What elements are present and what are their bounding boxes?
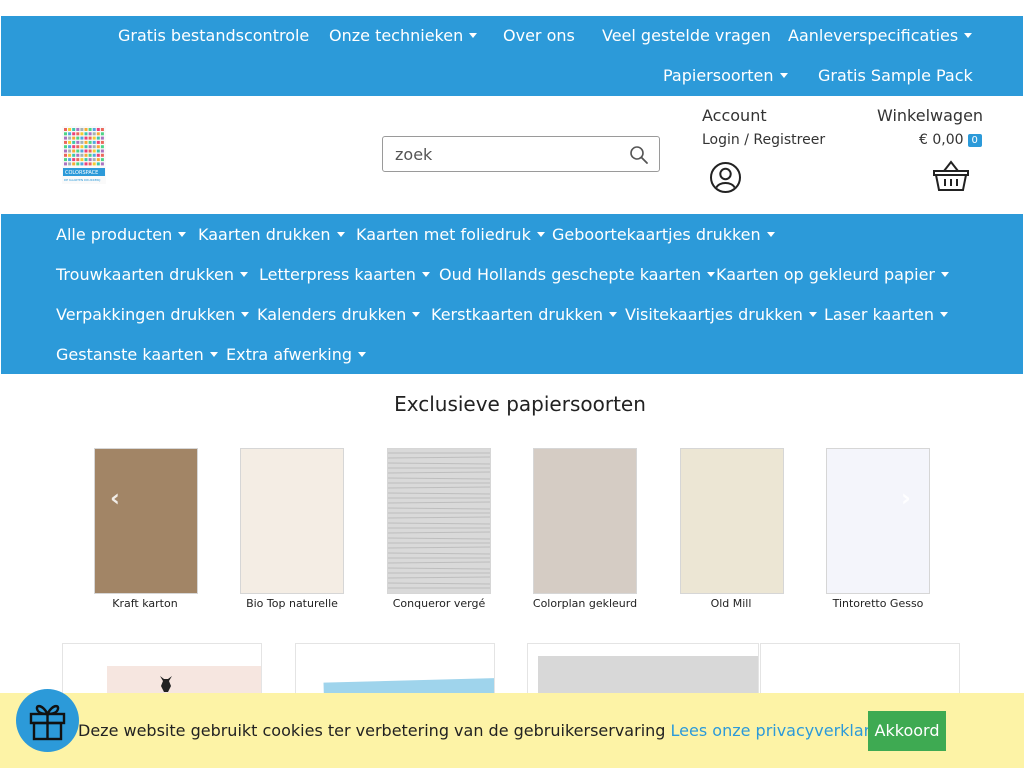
paper-swatch-kraft[interactable] bbox=[94, 448, 198, 594]
section-title: Exclusieve papiersoorten bbox=[394, 392, 646, 416]
cat-calendars[interactable]: Kalenders drukken bbox=[257, 305, 421, 325]
cat-letterpress[interactable]: Letterpress kaarten bbox=[259, 265, 430, 285]
cart-count-badge: 0 bbox=[967, 134, 982, 147]
cat-christmas-cards[interactable]: Kerstkaarten drukken bbox=[431, 305, 618, 325]
search-box bbox=[382, 136, 660, 172]
chevron-down-icon bbox=[336, 232, 345, 237]
paper-swatch-tintoretto[interactable] bbox=[826, 448, 930, 594]
chevron-down-icon bbox=[941, 272, 949, 277]
cat-die-cut-cards[interactable]: Gestanste kaarten bbox=[56, 345, 218, 365]
chevron-down-icon bbox=[240, 272, 248, 277]
chevron-down-icon bbox=[766, 232, 775, 237]
category-navigation: Alle producten Kaarten drukken Kaarten m… bbox=[1, 214, 1023, 374]
cart-title: Winkelwagen bbox=[877, 106, 984, 125]
svg-text:DE KAARTEN DRUKKERIJ: DE KAARTEN DRUKKERIJ bbox=[64, 178, 100, 182]
chevron-down-icon bbox=[178, 232, 187, 237]
paper-label[interactable]: Kraft karton bbox=[72, 597, 218, 610]
cookie-message: Deze website gebruikt cookies ter verbet… bbox=[78, 721, 935, 740]
cat-all-products[interactable]: Alle producten bbox=[56, 225, 187, 245]
paper-label[interactable]: Conqueror vergé bbox=[366, 597, 512, 610]
paper-swatch-old-mill[interactable] bbox=[680, 448, 784, 594]
paper-label[interactable]: Colorplan gekleurd bbox=[512, 597, 658, 610]
chevron-down-icon bbox=[536, 232, 545, 237]
paper-swatch-bio-top[interactable] bbox=[240, 448, 344, 594]
paper-swatch-conqueror[interactable] bbox=[387, 448, 491, 594]
cookie-text: Deze website gebruikt cookies ter verbet… bbox=[78, 721, 666, 740]
chevron-down-icon bbox=[209, 352, 218, 357]
chevron-down-icon bbox=[964, 33, 973, 38]
paper-label[interactable]: Old Mill bbox=[658, 597, 804, 610]
chevron-down-icon bbox=[940, 312, 948, 317]
chevron-down-icon bbox=[469, 33, 478, 38]
nav-free-file-check[interactable]: Gratis bestandscontrole bbox=[118, 26, 309, 46]
cat-wedding-cards[interactable]: Trouwkaarten drukken bbox=[56, 265, 248, 285]
chevron-down-icon bbox=[707, 272, 716, 277]
cat-extra-finishing[interactable]: Extra afwerking bbox=[226, 345, 366, 365]
cart-total: € 0,00 bbox=[919, 132, 964, 148]
chevron-down-icon bbox=[808, 312, 817, 317]
account-title: Account bbox=[702, 106, 767, 125]
basket-icon[interactable] bbox=[932, 160, 970, 192]
chevron-down-icon bbox=[779, 73, 788, 78]
gift-icon bbox=[29, 704, 66, 741]
search-icon[interactable] bbox=[629, 145, 649, 165]
logo-mosaic: COLORSPACE DE KAARTEN DRUKKERIJ bbox=[62, 126, 106, 184]
top-navigation: Gratis bestandscontrole Onze technieken … bbox=[1, 16, 1023, 96]
user-icon[interactable] bbox=[709, 161, 742, 194]
cat-cards[interactable]: Kaarten drukken bbox=[198, 225, 345, 245]
nav-techniques[interactable]: Onze technieken bbox=[329, 26, 478, 46]
logo[interactable]: COLORSPACE DE KAARTEN DRUKKERIJ bbox=[62, 126, 106, 184]
paper-label[interactable]: Tintoretto Gesso bbox=[805, 597, 951, 610]
cart-summary[interactable]: € 0,00 0 bbox=[919, 132, 982, 148]
nav-specifications[interactable]: Aanleverspecificaties bbox=[788, 26, 973, 46]
cat-laser-cards[interactable]: Laser kaarten bbox=[824, 305, 948, 325]
carousel-prev-icon[interactable]: ‹ bbox=[110, 486, 120, 510]
login-register-link[interactable]: Login / Registreer bbox=[702, 132, 825, 148]
search-input[interactable] bbox=[395, 143, 625, 165]
cat-foil-cards[interactable]: Kaarten met foliedruk bbox=[356, 225, 545, 245]
nav-about-us[interactable]: Over ons bbox=[503, 26, 575, 46]
cat-business-cards[interactable]: Visitekaartjes drukken bbox=[625, 305, 817, 325]
cat-packaging[interactable]: Verpakkingen drukken bbox=[56, 305, 250, 325]
nav-faq[interactable]: Veel gestelde vragen bbox=[602, 26, 771, 46]
svg-text:COLORSPACE: COLORSPACE bbox=[65, 170, 98, 176]
chevron-down-icon bbox=[421, 272, 430, 277]
chevron-down-icon bbox=[358, 352, 366, 357]
carousel-next-icon[interactable]: › bbox=[901, 486, 911, 510]
nav-paper-types[interactable]: Papiersoorten bbox=[663, 66, 788, 86]
paper-swatch-colorplan[interactable] bbox=[533, 448, 637, 594]
chevron-down-icon bbox=[412, 312, 421, 317]
cat-colored-paper[interactable]: Kaarten op gekleurd papier bbox=[716, 265, 949, 285]
laid-texture bbox=[388, 452, 490, 589]
cat-handmade-cards[interactable]: Oud Hollands geschepte kaarten bbox=[439, 265, 716, 285]
chevron-down-icon bbox=[609, 312, 618, 317]
chevron-down-icon bbox=[241, 312, 250, 317]
paper-label[interactable]: Bio Top naturelle bbox=[219, 597, 365, 610]
cat-birth-cards[interactable]: Geboortekaartjes drukken bbox=[552, 225, 775, 245]
accept-cookies-button[interactable]: Akkoord bbox=[868, 711, 946, 751]
gift-button[interactable] bbox=[16, 689, 79, 752]
nav-free-sample-pack[interactable]: Gratis Sample Pack bbox=[818, 66, 973, 86]
